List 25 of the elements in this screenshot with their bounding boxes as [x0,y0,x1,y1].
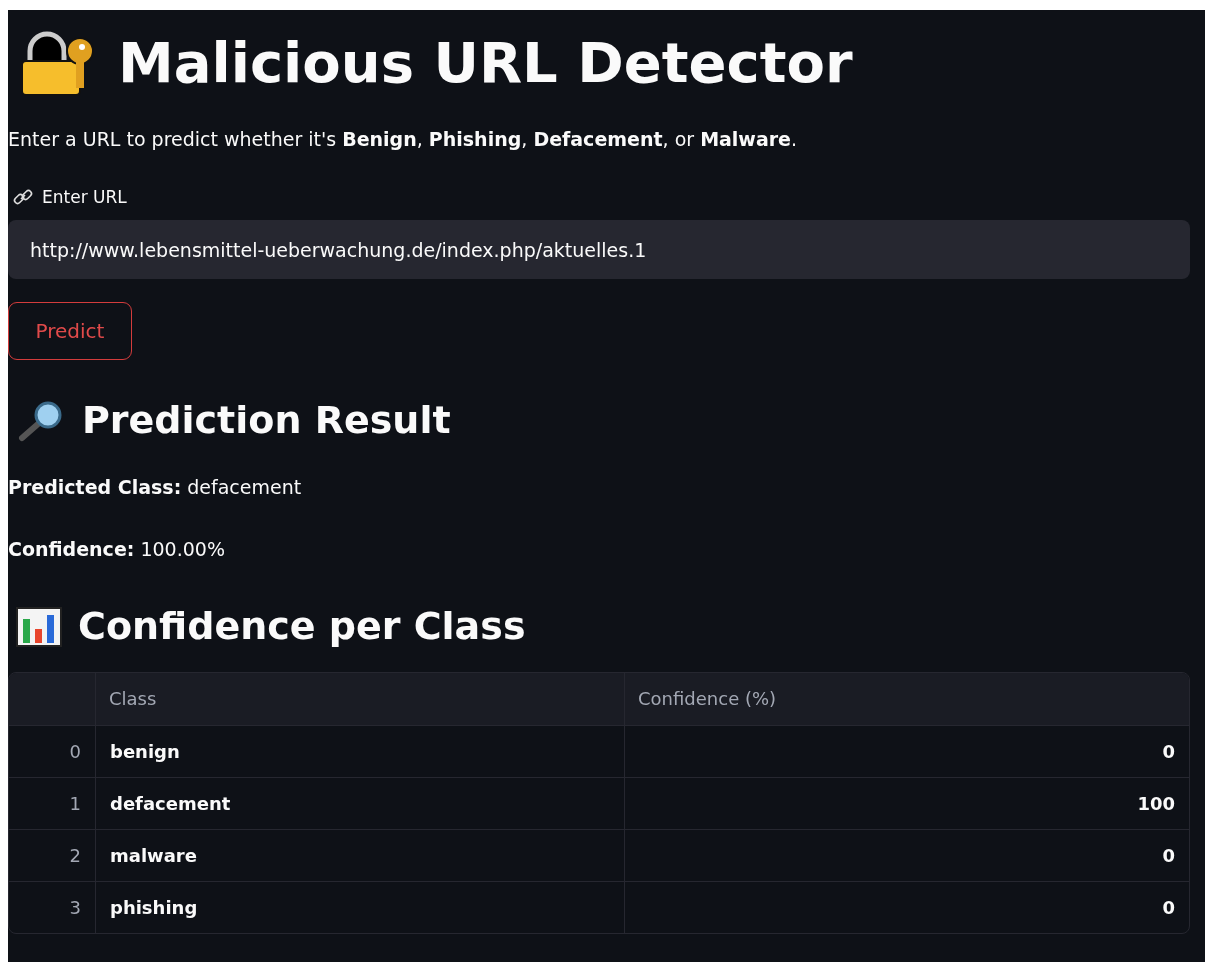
confidence-text: Confidence: 100.00% [8,538,226,560]
column-header: Confidence (%) [625,672,1189,726]
section-heading: Prediction Result [82,400,451,442]
padlock-key-icon [18,29,96,97]
table-cell: defacement [96,777,625,830]
intro-text: Enter a URL to predict whether it's Benign, Phishing, Defacement, or Malware. [8,128,799,150]
section-heading: Confidence per Class [78,606,526,648]
url-input-field[interactable]: http://www.lebensmittel-ueberwachung.de/index.php/aktuelles.1 [8,220,1190,279]
table-cell: phishing [96,881,625,933]
row-index: 1 [9,777,96,830]
row-index: 0 [9,725,96,778]
table-cell: 0 [625,829,1189,882]
row-index: 2 [9,829,96,882]
app-title: Malicious URL Detector [118,35,853,91]
column-header: Class [96,672,625,726]
table-cell-text: 0 [1161,895,1176,920]
predict-button[interactable]: Predict [8,302,132,360]
row-index: 3 [9,881,96,933]
table-cell: 100 [625,777,1189,830]
table-cell: malware [96,829,625,882]
predicted-class-text: Predicted Class: defacement [8,476,303,498]
bar-chart-icon [16,606,62,647]
table-cell: benign [96,725,625,778]
field-label: Enter URL [42,187,127,207]
table-cell: 0 [625,725,1189,778]
